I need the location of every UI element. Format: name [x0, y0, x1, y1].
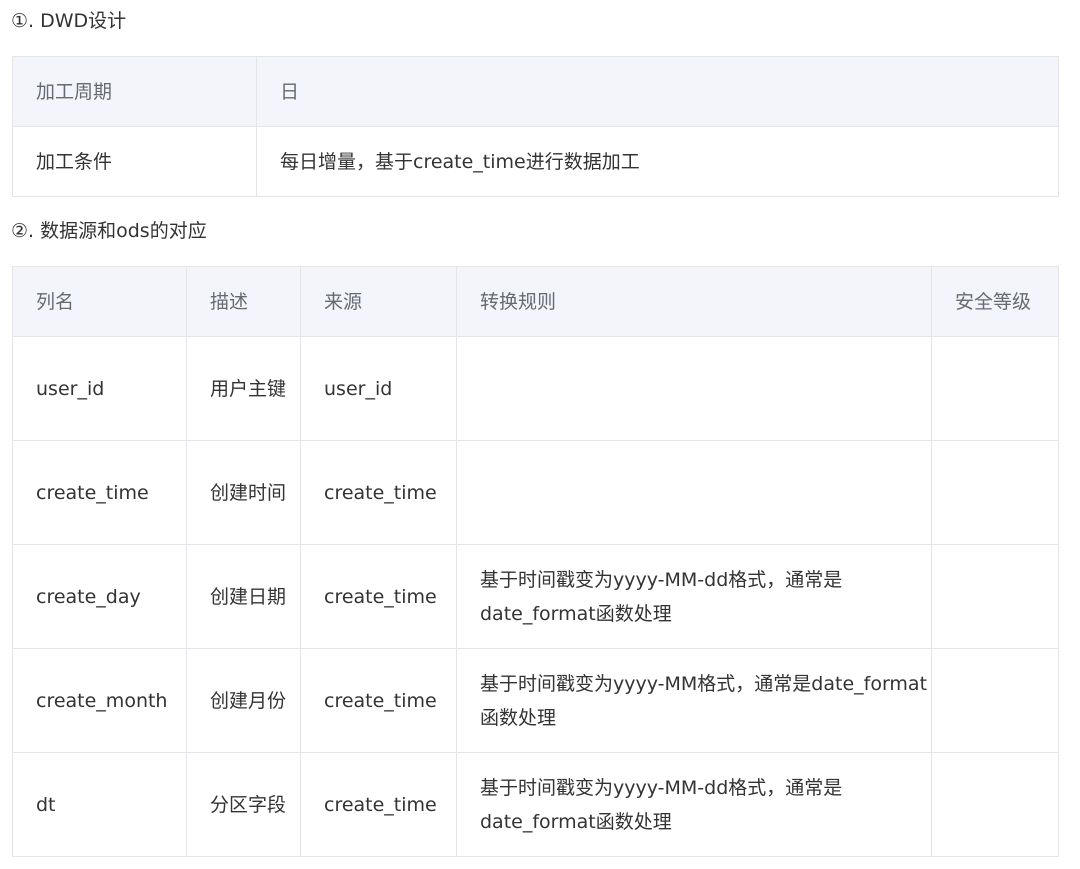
table-header-row: 列名 描述 来源 转换规则 安全等级 [12, 266, 1059, 337]
cell-level [931, 440, 1059, 545]
column-header-level: 安全等级 [931, 266, 1059, 337]
column-header-rule: 转换规则 [456, 266, 932, 337]
cell-level [931, 648, 1059, 753]
cell-name: dt [12, 752, 187, 857]
cell-source: create_time [300, 648, 457, 753]
section2-heading: ②. 数据源和ods的对应 [11, 220, 207, 242]
cell-desc: 创建时间 [186, 440, 301, 545]
cell-name: create_time [12, 440, 187, 545]
table-row: 加工条件 每日增量，基于create_time进行数据加工 [12, 126, 1059, 197]
processing-info-table: 加工周期 日 加工条件 每日增量，基于create_time进行数据加工 [12, 56, 1059, 197]
cell-rule: 基于时间戳变为yyyy-MM-dd格式，通常是date_format函数处理 [456, 752, 932, 857]
cell-name: create_month [12, 648, 187, 753]
table-row: dt 分区字段 create_time 基于时间戳变为yyyy-MM-dd格式，… [12, 752, 1059, 857]
condition-label: 加工条件 [12, 126, 257, 197]
cell-name: user_id [12, 336, 187, 441]
column-header-source: 来源 [300, 266, 457, 337]
table-row: 加工周期 日 [12, 56, 1059, 127]
cycle-value: 日 [256, 56, 1059, 127]
cell-desc: 用户主键 [186, 336, 301, 441]
table-row: create_month 创建月份 create_time 基于时间戳变为yyy… [12, 648, 1059, 753]
cell-level [931, 336, 1059, 441]
cell-rule: 基于时间戳变为yyyy-MM-dd格式，通常是date_format函数处理 [456, 544, 932, 649]
cell-rule: 基于时间戳变为yyyy-MM格式，通常是date_format函数处理 [456, 648, 932, 753]
cell-rule [456, 440, 932, 545]
cell-source: user_id [300, 336, 457, 441]
table-row: user_id 用户主键 user_id [12, 336, 1059, 441]
section1-heading: ①. DWD设计 [11, 10, 127, 32]
cell-desc: 创建日期 [186, 544, 301, 649]
cell-name: create_day [12, 544, 187, 649]
column-header-desc: 描述 [186, 266, 301, 337]
cell-level [931, 544, 1059, 649]
field-mapping-table: 列名 描述 来源 转换规则 安全等级 user_id 用户主键 user_id … [12, 266, 1059, 857]
cell-desc: 创建月份 [186, 648, 301, 753]
cell-source: create_time [300, 544, 457, 649]
cell-level [931, 752, 1059, 857]
table-row: create_day 创建日期 create_time 基于时间戳变为yyyy-… [12, 544, 1059, 649]
table-row: create_time 创建时间 create_time [12, 440, 1059, 545]
condition-value: 每日增量，基于create_time进行数据加工 [256, 126, 1059, 197]
cell-desc: 分区字段 [186, 752, 301, 857]
column-header-name: 列名 [12, 266, 187, 337]
cycle-label: 加工周期 [12, 56, 257, 127]
cell-rule [456, 336, 932, 441]
cell-source: create_time [300, 440, 457, 545]
cell-source: create_time [300, 752, 457, 857]
